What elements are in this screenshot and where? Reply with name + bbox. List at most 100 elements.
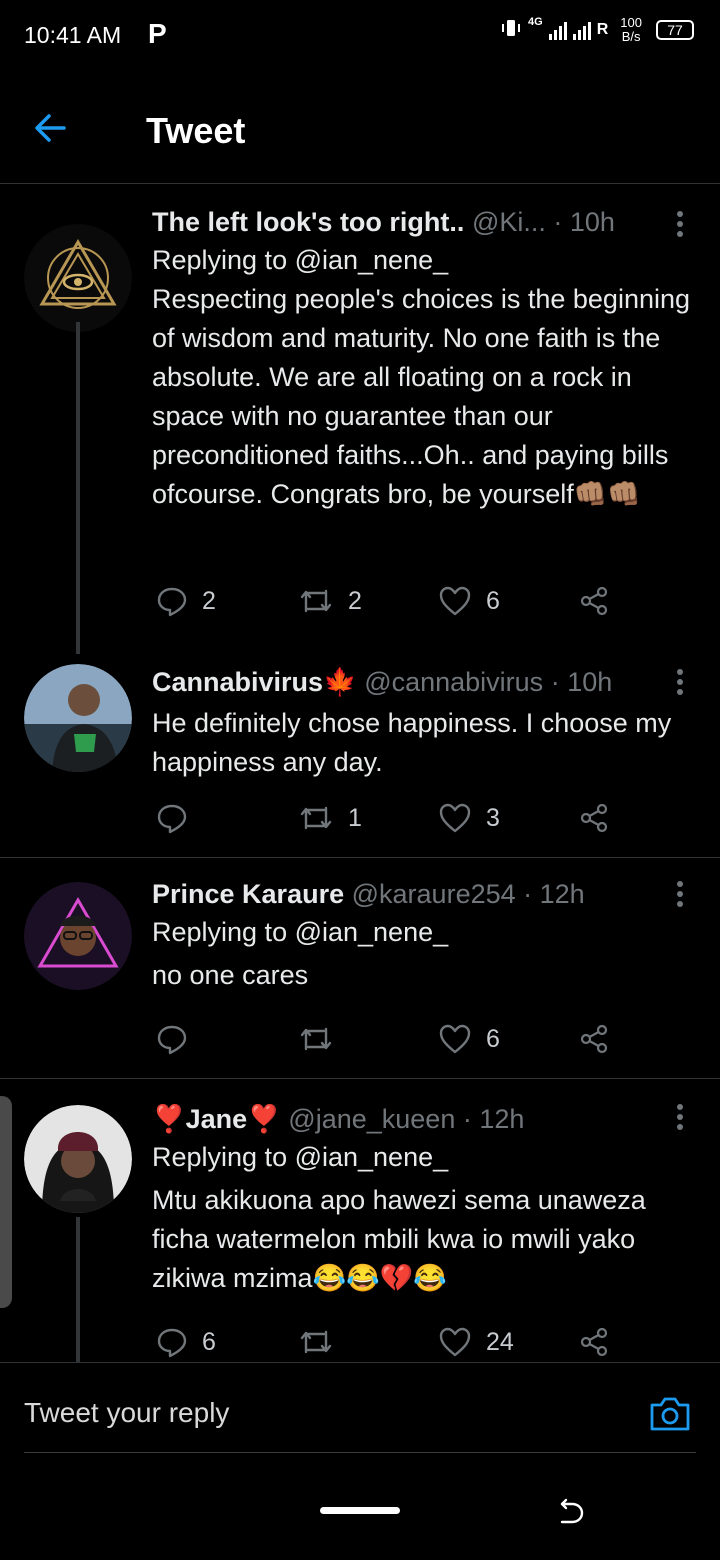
rotate-icon [560, 1498, 584, 1524]
handle[interactable]: @jane_kueen [288, 1104, 455, 1134]
timestamp: · 10h [550, 667, 613, 697]
edge-panel-handle[interactable] [0, 1096, 12, 1308]
network-type: 4G [528, 16, 543, 28]
tweet-content: Cannabivirus🍁 @cannabivirus · 10h He def… [152, 664, 692, 782]
retweet-button[interactable]: 1 [298, 798, 362, 838]
share-icon [580, 803, 608, 833]
timestamp: · 10h [553, 207, 615, 237]
heart-icon [439, 1024, 471, 1054]
handle[interactable]: @Ki... [472, 207, 546, 237]
reply-button[interactable] [156, 1019, 202, 1059]
more-vertical-icon [677, 669, 683, 695]
reply-icon [157, 1025, 187, 1055]
like-button[interactable]: 6 [438, 1019, 500, 1059]
reply-input[interactable]: Tweet your reply [24, 1397, 229, 1429]
more-options-button[interactable] [668, 666, 692, 698]
retweet-count: 1 [348, 803, 362, 832]
tweet-actions: 1 3 [152, 798, 692, 838]
network-speed: 100 B/s [620, 16, 642, 44]
more-options-button[interactable] [668, 878, 692, 910]
tweet-text: He definitely chose happiness. I choose … [152, 708, 672, 777]
tweet-actions: 6 24 [152, 1322, 692, 1362]
share-icon [580, 1024, 608, 1054]
tweet[interactable]: Cannabivirus🍁 @cannabivirus · 10h He def… [0, 654, 720, 858]
vibrate-icon [500, 17, 522, 44]
replying-to[interactable]: Replying to @ian_nene_ [152, 240, 692, 280]
status-time: 10:41 AM [24, 22, 122, 48]
more-options-button[interactable] [668, 208, 692, 240]
avatar[interactable] [24, 1105, 132, 1213]
avatar[interactable] [24, 664, 132, 772]
reply-underline [24, 1452, 696, 1453]
tweet[interactable]: Prince Karaure @karaure254 · 12h Replyin… [0, 858, 720, 1078]
avatar[interactable] [24, 882, 132, 990]
handle[interactable]: @cannabivirus [364, 667, 543, 697]
retweet-count: 2 [348, 586, 362, 615]
tweet-meta: The left look's too right.. @Ki... · 10h [152, 204, 692, 240]
back-button[interactable] [30, 108, 82, 150]
retweet-button[interactable]: 2 [298, 581, 362, 621]
battery-icon: 77 [656, 20, 694, 40]
status-bar: 10:41 AM P 4G R 100 B/s 77 [0, 0, 720, 72]
share-button[interactable] [578, 1322, 610, 1362]
share-icon [580, 1327, 608, 1357]
display-name[interactable]: Prince Karaure [152, 879, 344, 909]
heart-icon [439, 1327, 471, 1357]
tweet-text: Mtu akikuona apo hawezi sema unaweza fic… [152, 1185, 646, 1293]
share-button[interactable] [578, 581, 610, 621]
reply-count: 6 [202, 1327, 216, 1356]
reply-button[interactable] [156, 798, 202, 838]
like-button[interactable]: 3 [438, 798, 500, 838]
tweet-content: ❣️Jane❣️ @jane_kueen · 12h Replying to @… [152, 1101, 692, 1298]
tweet[interactable]: The left look's too right.. @Ki... · 10h… [0, 184, 720, 654]
retweet-icon [300, 806, 332, 830]
signal-icon [548, 20, 567, 40]
share-button[interactable] [578, 1019, 610, 1059]
reply-button[interactable]: 6 [156, 1322, 216, 1362]
retweet-icon [300, 1330, 332, 1354]
app-notification-icon: P [148, 18, 167, 49]
app-header: Tweet [0, 72, 720, 184]
like-button[interactable]: 24 [438, 1322, 514, 1362]
display-name[interactable]: ❣️Jane❣️ [152, 1104, 281, 1134]
tweet-content: Prince Karaure @karaure254 · 12h Replyin… [152, 876, 692, 995]
like-count: 6 [486, 1024, 500, 1053]
roaming-indicator: R [596, 21, 609, 38]
signal-icon-2 [572, 20, 591, 40]
more-options-button[interactable] [668, 1101, 692, 1133]
display-name[interactable]: Cannabivirus🍁 [152, 667, 357, 697]
reply-icon [157, 587, 187, 617]
tweet[interactable]: ❣️Jane❣️ @jane_kueen · 12h Replying to @… [0, 1079, 720, 1362]
speed-unit: B/s [621, 29, 641, 44]
more-vertical-icon [677, 881, 683, 907]
reply-button[interactable]: 2 [156, 581, 216, 621]
status-indicators: 4G R 100 B/s 77 [500, 16, 694, 44]
heart-icon [439, 586, 471, 616]
share-button[interactable] [578, 798, 610, 838]
more-vertical-icon [677, 1104, 683, 1130]
retweet-button[interactable] [298, 1019, 348, 1059]
tweet-actions: 6 [152, 1019, 692, 1059]
page-title: Tweet [146, 110, 246, 151]
camera-button[interactable] [648, 1393, 696, 1437]
tweet-content: The left look's too right.. @Ki... · 10h… [152, 204, 692, 514]
like-count: 6 [486, 586, 500, 615]
thread-line [76, 322, 80, 654]
rotate-screen-button[interactable] [556, 1496, 588, 1528]
timestamp: · 12h [523, 879, 585, 909]
display-name[interactable]: The left look's too right.. [152, 207, 464, 237]
replying-to[interactable]: Replying to @ian_nene_ [152, 912, 692, 952]
home-gesture-bar[interactable] [320, 1507, 400, 1514]
retweet-button[interactable] [298, 1322, 348, 1362]
tweet-text: no one cares [152, 960, 309, 990]
timestamp: · 12h [462, 1104, 525, 1134]
reply-composer: Tweet your reply [0, 1362, 720, 1454]
handle[interactable]: @karaure254 [352, 879, 516, 909]
like-button[interactable]: 6 [438, 581, 500, 621]
avatar[interactable] [24, 224, 132, 332]
tweet-meta: ❣️Jane❣️ @jane_kueen · 12h [152, 1101, 692, 1137]
reply-icon [157, 804, 187, 834]
like-count: 3 [486, 803, 500, 832]
thread-line [76, 1217, 80, 1362]
replying-to[interactable]: Replying to @ian_nene_ [152, 1137, 692, 1177]
